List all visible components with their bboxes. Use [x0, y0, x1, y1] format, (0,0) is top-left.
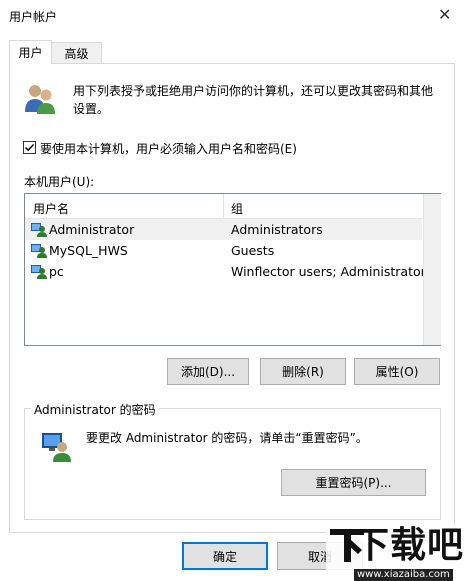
add-button[interactable]: 添加(D)... — [167, 358, 249, 385]
column-header-username[interactable]: 用户名 — [33, 200, 69, 217]
tab-users[interactable]: 用户 — [9, 40, 52, 64]
password-groupbox — [24, 408, 441, 520]
computer-user-icon — [42, 433, 71, 462]
column-divider — [223, 194, 224, 218]
user-group: Guests — [231, 243, 275, 258]
require-login-label[interactable]: 要使用本计算机，用户必须输入用户名和密码(E) — [40, 140, 297, 157]
users-table[interactable]: 用户名 组 Administrator Administrators MySQL… — [24, 193, 441, 346]
tab-users-label: 用户 — [18, 46, 43, 60]
reset-password-button[interactable]: 重置密码(P)... — [281, 469, 426, 496]
password-hint: 要更改 Administrator 的密码，请单击“重置密码”。 — [86, 431, 368, 445]
password-group-title: Administrator 的密码 — [31, 401, 159, 418]
remove-button[interactable]: 删除(R) — [260, 358, 346, 385]
user-name: Administrator — [49, 222, 135, 237]
user-group: Administrators — [231, 222, 323, 237]
properties-button[interactable]: 属性(O) — [354, 358, 440, 385]
watermark: 下载吧 www.xiazaiba.com — [326, 520, 465, 581]
table-row[interactable]: pc Winflector users; Administrators — [25, 261, 432, 282]
users-list-label: 本机用户(U): — [24, 175, 95, 189]
window-title: 用户帐户 — [9, 10, 58, 24]
user-icon — [31, 265, 47, 279]
close-icon[interactable]: ✕ — [438, 5, 451, 24]
column-header-group[interactable]: 组 — [231, 200, 243, 217]
table-row[interactable]: MySQL_HWS Guests — [25, 240, 422, 261]
user-name: pc — [49, 264, 64, 279]
ok-button[interactable]: 确定 — [182, 542, 268, 570]
tab-advanced-label: 高级 — [64, 46, 89, 61]
require-login-checkbox[interactable] — [23, 141, 36, 154]
intro-text-1: 用下列表授予或拒绝用户访问你的计算机，还可以更改其密码和其他 — [73, 84, 434, 98]
intro-text-2: 设置。 — [73, 102, 110, 116]
user-group: Winflector users; Administrators — [231, 264, 433, 279]
watermark-logo-text: 下载吧 — [352, 525, 464, 566]
title-bar: 用户帐户 ✕ — [0, 0, 465, 32]
table-header: 用户名 组 — [25, 194, 423, 219]
table-row[interactable]: Administrator Administrators — [25, 219, 422, 240]
user-name: MySQL_HWS — [49, 243, 128, 258]
table-scrollbar[interactable] — [423, 194, 441, 345]
user-icon — [31, 244, 47, 258]
tab-advanced[interactable]: 高级 — [52, 42, 102, 63]
checkmark-icon — [24, 143, 35, 152]
watermark-url: www.xiazaiba.com — [354, 569, 453, 581]
user-icon — [31, 223, 47, 237]
users-icon — [25, 85, 55, 114]
